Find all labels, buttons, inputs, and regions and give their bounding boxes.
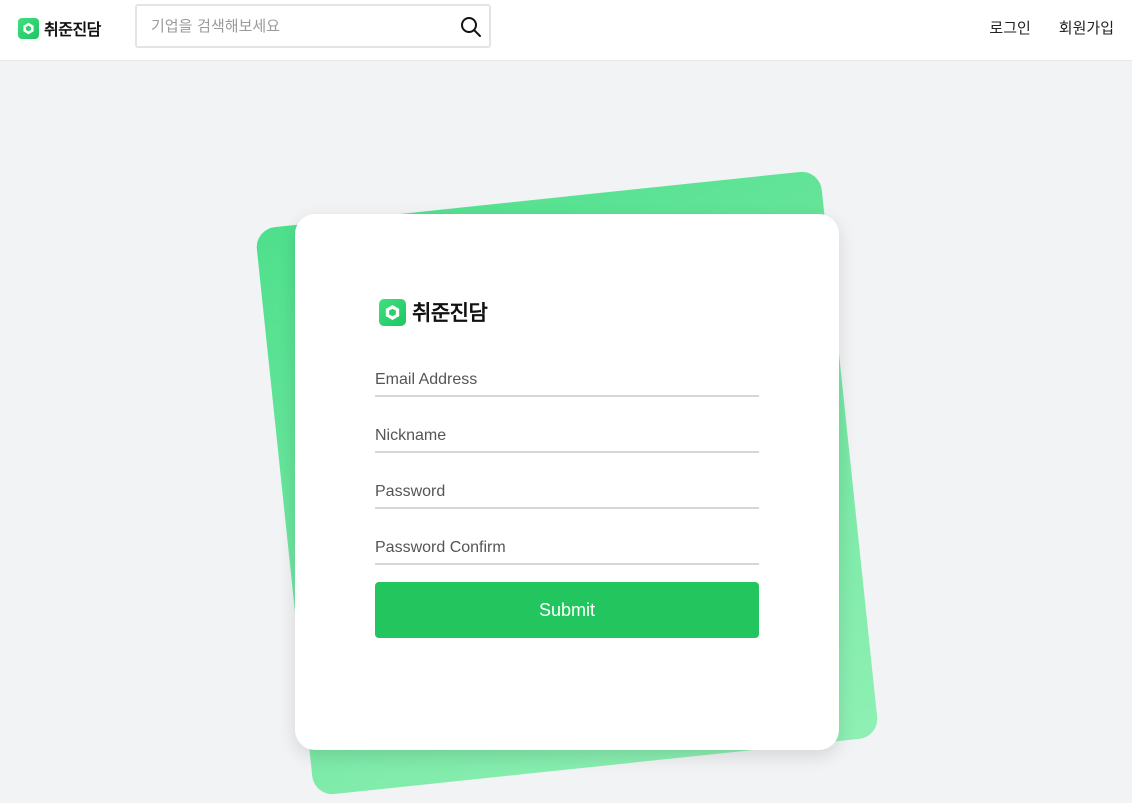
email-field-wrapper (375, 360, 759, 416)
top-header: 취준진담 로그인 회원가입 (0, 0, 1132, 61)
card-brand: 취준진담 (379, 297, 488, 327)
hexagon-logo-icon (18, 17, 39, 39)
nickname-field[interactable] (375, 421, 759, 453)
card-brand-name: 취준진담 (412, 301, 488, 325)
password-field[interactable] (375, 477, 759, 509)
password-field-wrapper (375, 472, 759, 528)
password-confirm-field[interactable] (375, 533, 759, 565)
submit-button[interactable]: Submit (375, 582, 759, 638)
signup-form (375, 360, 759, 584)
nickname-field-wrapper (375, 416, 759, 472)
search-input[interactable] (151, 6, 451, 46)
signup-link[interactable]: 회원가입 (1059, 17, 1114, 38)
brand-name: 취준진담 (44, 20, 101, 39)
email-field[interactable] (375, 365, 759, 397)
password-confirm-field-wrapper (375, 528, 759, 584)
search-box (135, 4, 491, 48)
signup-card: 취준진담 Submit (295, 214, 839, 750)
search-icon[interactable] (459, 15, 483, 39)
hexagon-logo-icon (379, 298, 406, 326)
login-link[interactable]: 로그인 (989, 17, 1030, 38)
header-nav: 로그인 회원가입 (989, 17, 1114, 38)
header-brand[interactable]: 취준진담 (18, 17, 101, 39)
